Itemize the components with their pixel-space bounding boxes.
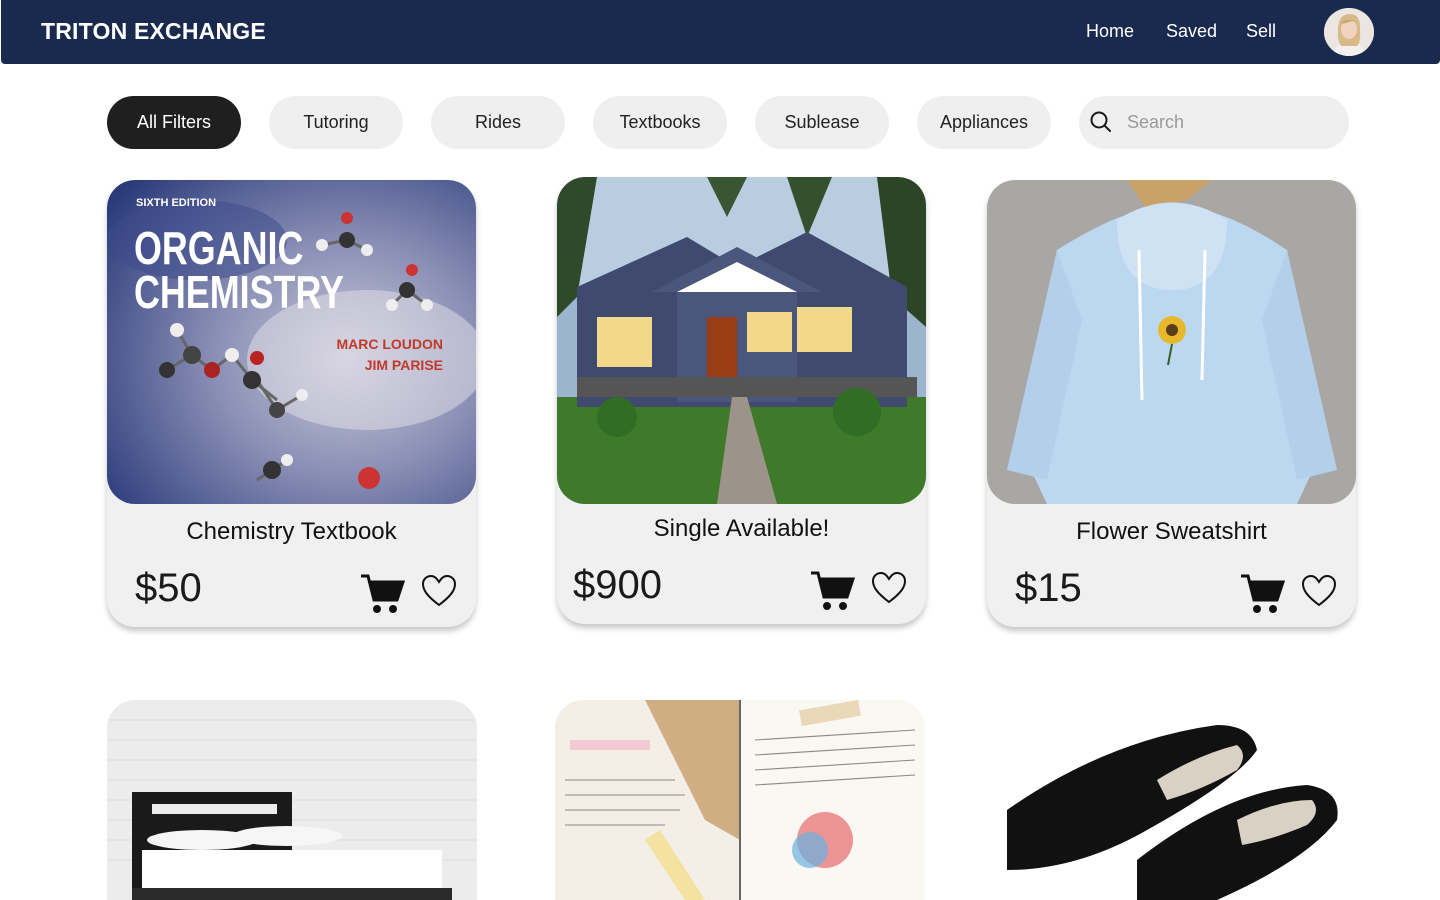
listing-title: Chemistry Textbook [186, 518, 397, 545]
save-heart-icon[interactable] [1301, 574, 1337, 608]
filter-rides[interactable]: Rides [431, 96, 565, 149]
filter-tutoring[interactable]: Tutoring [269, 96, 403, 149]
listing-card-flower-sweatshirt[interactable]: Flower Sweatshirt $15 [987, 180, 1356, 627]
top-navbar: TRITON EXCHANGE Home Saved Sell [1, 0, 1440, 64]
add-to-cart-icon[interactable] [1239, 572, 1285, 616]
add-to-cart-icon[interactable] [359, 572, 405, 616]
listing-image-textbook: SIXTH EDITION ORGANIC CHEMISTRY MARC LOU… [107, 180, 476, 504]
book-title-line2: CHEMISTRY [134, 267, 344, 318]
listing-image-sweatshirt [987, 180, 1356, 504]
nav-sell-link[interactable]: Sell [1246, 21, 1276, 42]
book-edition-text: SIXTH EDITION [136, 197, 216, 209]
filter-appliances[interactable]: Appliances [917, 96, 1051, 149]
brand-logo-text[interactable]: TRITON EXCHANGE [41, 18, 266, 45]
listing-price: $50 [135, 566, 202, 610]
listing-card-single-available[interactable]: Single Available! $900 [557, 177, 926, 624]
book-author-2: JIM PARISE [365, 357, 443, 373]
nav-saved-link[interactable]: Saved [1166, 21, 1217, 42]
search-input[interactable] [1127, 96, 1327, 149]
listing-card-notes[interactable] [555, 700, 925, 900]
listing-price: $15 [1015, 566, 1082, 610]
search-icon[interactable] [1089, 110, 1113, 134]
user-avatar[interactable] [1324, 8, 1374, 56]
listing-price: $900 [573, 563, 662, 607]
filter-sublease[interactable]: Sublease [755, 96, 889, 149]
book-author-1: MARC LOUDON [336, 336, 443, 352]
listing-image-house [557, 177, 926, 504]
listing-title: Flower Sweatshirt [1076, 518, 1267, 545]
listing-image-shoes [987, 700, 1357, 900]
save-heart-icon[interactable] [421, 574, 457, 608]
nav-home-link[interactable]: Home [1086, 21, 1134, 42]
listing-card-bed[interactable] [107, 700, 477, 900]
save-heart-icon[interactable] [871, 571, 907, 605]
filter-all-filters[interactable]: All Filters [107, 96, 241, 149]
filter-textbooks[interactable]: Textbooks [593, 96, 727, 149]
search-bar [1079, 96, 1349, 149]
listing-title: Single Available! [653, 515, 830, 542]
add-to-cart-icon[interactable] [809, 569, 855, 613]
listing-image-notes [555, 700, 925, 900]
listing-image-bed [107, 700, 477, 900]
listing-card-shoes[interactable] [987, 700, 1357, 900]
listing-card-chemistry-textbook[interactable]: SIXTH EDITION ORGANIC CHEMISTRY MARC LOU… [107, 180, 476, 627]
